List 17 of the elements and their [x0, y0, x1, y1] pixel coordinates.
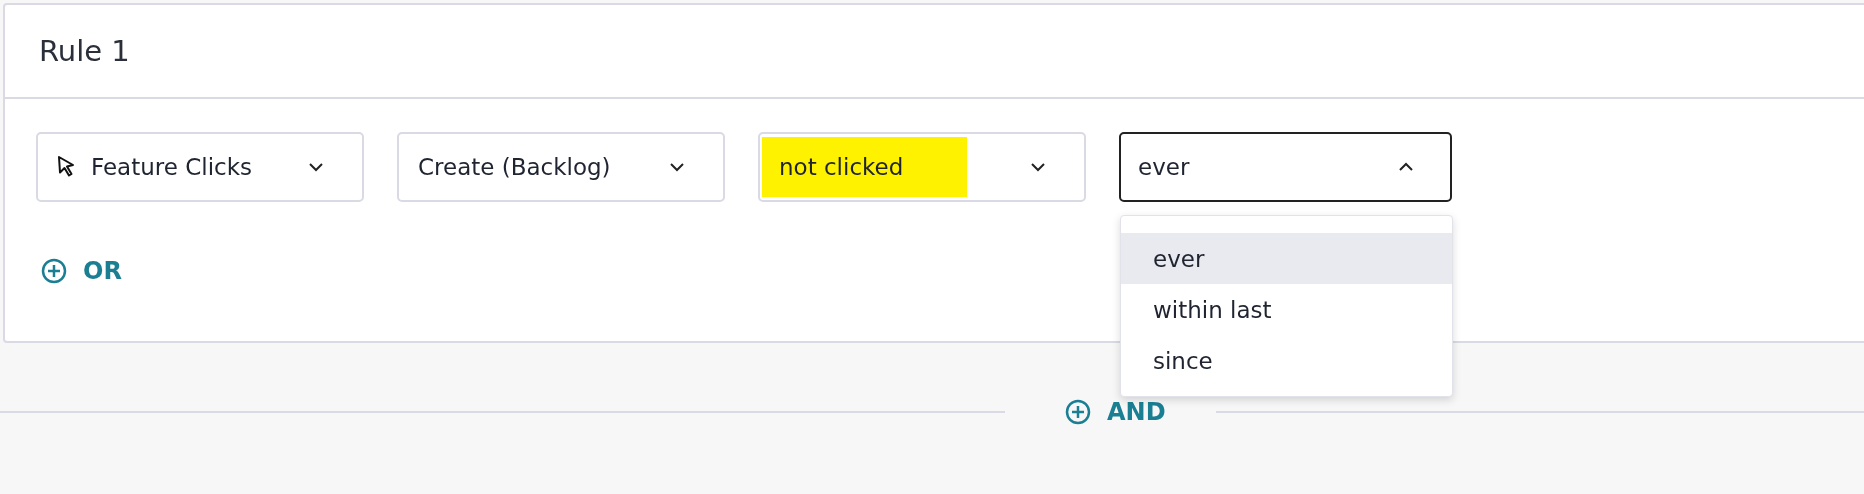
- menu-option[interactable]: ever: [1121, 233, 1452, 284]
- dropdown-select[interactable]: Feature Clicks: [36, 132, 364, 202]
- chevron-down-icon: [308, 162, 324, 172]
- rule-title: Rule 1: [39, 34, 130, 68]
- chevron-down-icon: [1030, 162, 1046, 172]
- menu-option[interactable]: within last: [1121, 284, 1452, 335]
- add-and-button[interactable]: AND: [1065, 398, 1166, 426]
- dropdown-select[interactable]: Create (Backlog): [397, 132, 725, 202]
- dropdown-select[interactable]: not clicked: [758, 132, 1086, 202]
- plus-circle-icon: [1065, 399, 1091, 425]
- cursor-icon: [57, 155, 77, 179]
- plus-circle-icon: [41, 258, 67, 284]
- dropdown-select[interactable]: ever: [1119, 132, 1452, 202]
- chevron-down-icon: [669, 162, 685, 172]
- menu-option[interactable]: since: [1121, 335, 1452, 386]
- chevron-up-icon: [1398, 162, 1414, 172]
- add-or-button[interactable]: OR: [41, 257, 122, 285]
